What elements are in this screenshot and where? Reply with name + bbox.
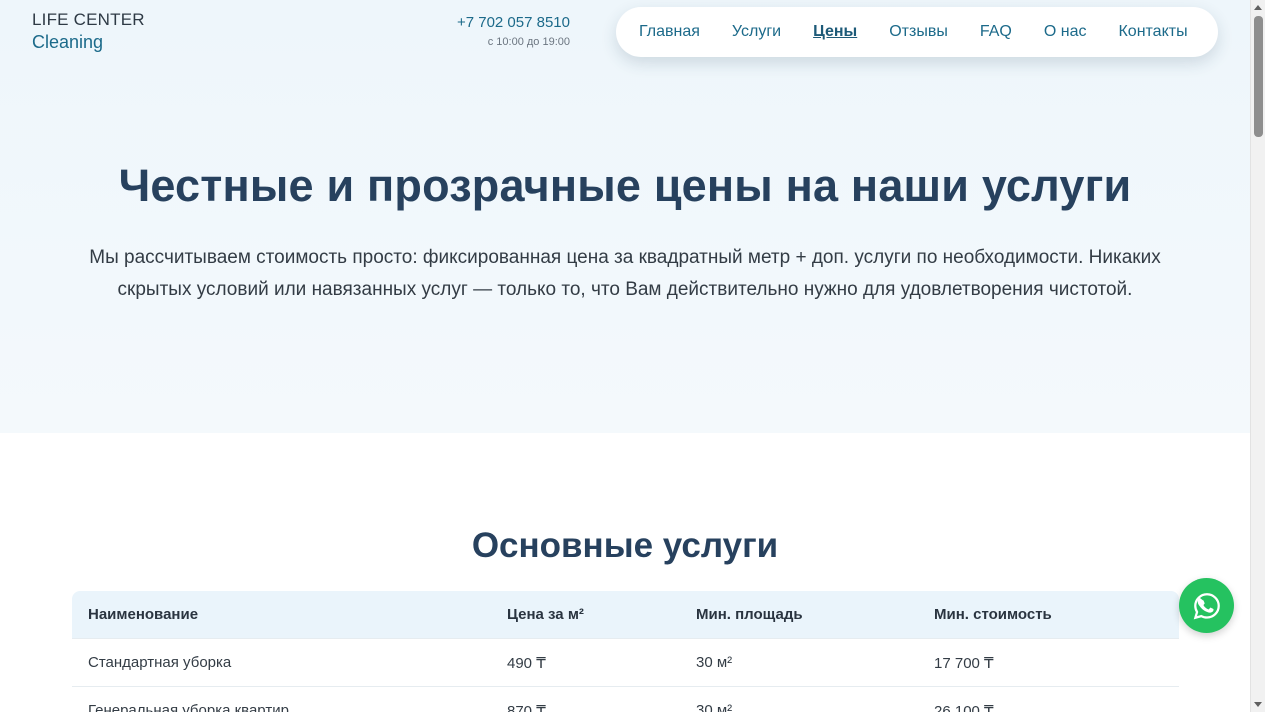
nav-item-about[interactable]: О нас xyxy=(1044,23,1087,41)
services-section-title: Основные услуги xyxy=(471,526,779,565)
main-nav: Главная Услуги Цены Отзывы FAQ О нас Кон… xyxy=(616,7,1218,57)
table-cell: Генеральная уборка квартир xyxy=(88,702,289,712)
table-row: Стандартная уборка 490 ₸ 30 м² 17 700 ₸ xyxy=(72,639,1179,687)
nav-item-contacts[interactable]: Контакты xyxy=(1118,23,1187,41)
nav-item-services[interactable]: Услуги xyxy=(732,23,781,41)
logo[interactable]: LIFE CENTER Cleaning xyxy=(32,10,145,53)
nav-item-faq[interactable]: FAQ xyxy=(980,23,1012,41)
working-hours: с 10:00 до 19:00 xyxy=(487,36,570,48)
page-title: Честные и прозрачные цены на наши услуги xyxy=(118,160,1132,211)
table-cell: 17 700 ₸ xyxy=(934,654,994,672)
scroll-down-arrow-icon[interactable] xyxy=(1254,702,1262,707)
logo-line1: LIFE CENTER xyxy=(32,10,145,29)
nav-item-prices[interactable]: Цены xyxy=(813,23,857,41)
table-header-row: Наименование Цена за м² Мин. площадь Мин… xyxy=(72,591,1179,639)
scroll-up-arrow-icon[interactable] xyxy=(1254,5,1262,10)
scrollbar-thumb[interactable] xyxy=(1254,16,1263,137)
table-cell: 30 м² xyxy=(696,702,733,712)
table-row: Генеральная уборка квартир 870 ₸ 30 м² 2… xyxy=(72,687,1179,712)
contact-block: +7 702 057 8510 с 10:00 до 19:00 xyxy=(420,14,570,48)
whatsapp-icon xyxy=(1193,592,1220,619)
whatsapp-button[interactable] xyxy=(1179,578,1234,633)
page-scrollbar[interactable] xyxy=(1250,0,1265,712)
nav-item-home[interactable]: Главная xyxy=(639,23,700,41)
column-header-price: Цена за м² xyxy=(507,606,584,623)
nav-item-reviews[interactable]: Отзывы xyxy=(889,23,948,41)
prices-table: Наименование Цена за м² Мин. площадь Мин… xyxy=(72,591,1179,712)
page: LIFE CENTER Cleaning +7 702 057 8510 с 1… xyxy=(0,0,1250,712)
column-header-min-cost: Мин. стоимость xyxy=(934,606,1052,623)
table-cell: Стандартная уборка xyxy=(88,654,232,671)
column-header-name: Наименование xyxy=(88,606,199,623)
table-cell: 30 м² xyxy=(696,654,733,671)
logo-line2: Cleaning xyxy=(32,32,104,52)
table-cell: 26 100 ₸ xyxy=(934,702,994,712)
hero-section: LIFE CENTER Cleaning +7 702 057 8510 с 1… xyxy=(0,0,1250,433)
phone-link[interactable]: +7 702 057 8510 xyxy=(420,14,570,31)
hero-description: Мы рассчитываем стоимость просто: фиксир… xyxy=(89,247,1161,300)
column-header-min-area: Мин. площадь xyxy=(696,606,803,623)
table-cell: 870 ₸ xyxy=(507,702,546,712)
table-cell: 490 ₸ xyxy=(507,654,546,672)
